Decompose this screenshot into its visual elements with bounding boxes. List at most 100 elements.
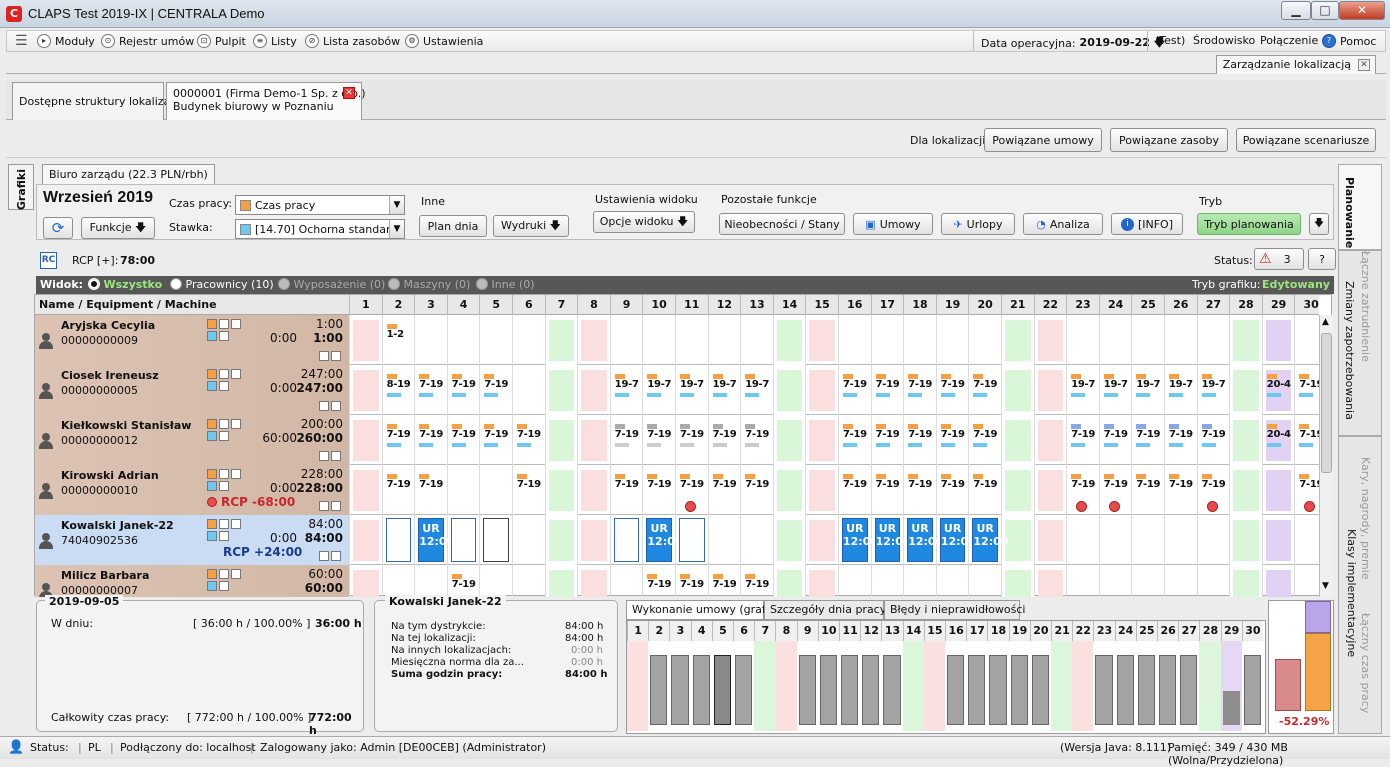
shift-block[interactable]: 7-19 — [419, 374, 443, 397]
vacation-block[interactable]: UR 12:00 — [418, 518, 454, 562]
tab-planowanie[interactable]: Planowanie — [1338, 164, 1382, 250]
day-cell[interactable]: 7-19 — [838, 415, 871, 465]
shift-block[interactable]: 7-19 — [908, 374, 932, 397]
shift-block[interactable]: 19-7 — [614, 374, 639, 397]
wydruki-button[interactable]: Wydruki 🡇 — [493, 215, 569, 237]
tab-szczegoly-dnia[interactable]: Szczegóły dnia pracy — [764, 600, 886, 620]
shift-block[interactable]: 7-19 — [940, 424, 965, 447]
menu-srodowisko[interactable]: Środowisko — [1193, 34, 1255, 47]
scrollbar-thumb[interactable] — [1321, 333, 1332, 473]
day-cell[interactable]: 7-19 — [1294, 365, 1319, 415]
shift-block[interactable]: 7-19 — [680, 574, 704, 593]
day-cell[interactable]: 7-19 — [838, 365, 871, 415]
day-cell[interactable] — [935, 315, 969, 365]
day-cell[interactable] — [349, 415, 382, 465]
day-cell[interactable]: 7-19 — [838, 465, 871, 515]
day-cell[interactable] — [1098, 315, 1132, 365]
day-cell[interactable] — [349, 565, 382, 597]
day-cell[interactable] — [1229, 365, 1262, 415]
shift-block[interactable]: 1-2 — [386, 324, 404, 343]
day-cell[interactable] — [512, 365, 545, 415]
menu-pomoc[interactable]: ? Pomoc — [1322, 34, 1376, 48]
day-cell[interactable] — [414, 565, 447, 597]
day-cell[interactable]: 7-19 — [968, 465, 1001, 515]
maximize-button[interactable]: □ — [1311, 1, 1339, 20]
day-cell[interactable]: UR 12:00 — [414, 515, 454, 565]
day-cell[interactable] — [1229, 515, 1262, 565]
shift-block[interactable]: 7-19 — [451, 574, 476, 593]
day-cell[interactable]: 7-19 — [903, 365, 936, 415]
day-cell[interactable] — [1033, 315, 1067, 365]
warnings-button[interactable]: ⚠ 3 — [1254, 248, 1304, 270]
shift-block[interactable]: 7-19 — [1299, 474, 1319, 493]
day-cell[interactable] — [1229, 565, 1262, 597]
day-cell[interactable]: 19-7 — [1098, 365, 1132, 415]
day-cell[interactable] — [772, 415, 806, 465]
day-cell[interactable] — [544, 415, 578, 465]
day-cell[interactable] — [1033, 515, 1067, 565]
day-cell[interactable]: 7-19 — [446, 565, 480, 597]
day-cell[interactable]: 7-19 — [1294, 465, 1319, 515]
day-cell[interactable] — [577, 515, 610, 565]
day-cell[interactable]: 7-19 — [968, 365, 1001, 415]
day-cell[interactable]: 19-7 — [707, 365, 741, 415]
shift-block[interactable]: 7-19 — [875, 374, 900, 397]
day-cell[interactable] — [935, 565, 969, 597]
shift-block[interactable]: 7-19 — [940, 374, 965, 397]
day-cell[interactable] — [707, 515, 741, 565]
scroll-up-icon[interactable]: ▲ — [1322, 317, 1329, 327]
shift-block[interactable]: 7-19 — [973, 374, 998, 397]
day-cell[interactable] — [1164, 515, 1197, 565]
shift-block[interactable]: 7-19 — [647, 474, 672, 493]
day-cell[interactable] — [1294, 565, 1319, 597]
day-cell[interactable] — [577, 415, 610, 465]
shift-block[interactable]: 19-7 — [1103, 374, 1128, 397]
shift-block[interactable]: 7-19 — [1103, 424, 1128, 447]
shift-block[interactable]: 7-19 — [451, 424, 476, 447]
day-cell[interactable] — [512, 315, 545, 365]
day-cell[interactable]: 7-19 — [1066, 415, 1099, 465]
day-cell[interactable] — [479, 565, 512, 597]
funkcje-button[interactable]: Funkcje 🡇 — [81, 217, 155, 239]
shift-block[interactable]: 7-19 — [843, 474, 867, 493]
day-cell[interactable] — [1196, 515, 1230, 565]
shift-block[interactable]: 7-19 — [647, 574, 672, 593]
day-cell[interactable]: 7-19 — [675, 415, 708, 465]
day-cell[interactable] — [381, 515, 415, 565]
day-cell[interactable] — [609, 515, 643, 565]
day-cell[interactable]: 7-19 — [870, 365, 904, 415]
day-cell[interactable]: 7-19 — [903, 465, 936, 515]
day-cell[interactable]: 7-19 — [512, 415, 545, 465]
day-cell[interactable]: 19-7 — [740, 365, 773, 415]
day-cell[interactable] — [675, 315, 708, 365]
day-cell[interactable]: 7-19 — [381, 415, 415, 465]
day-cell[interactable]: 19-7 — [1196, 365, 1230, 415]
day-cell[interactable]: 7-19 — [479, 415, 512, 465]
day-cell[interactable]: 7-19 — [1098, 415, 1132, 465]
day-cell[interactable] — [609, 315, 643, 365]
day-cell[interactable]: 7-19 — [381, 465, 415, 515]
shift-block[interactable]: 19-7 — [712, 374, 737, 397]
menu-ustawienia[interactable]: ⚙ Ustawienia — [405, 34, 483, 48]
day-cell[interactable]: 7-19 — [642, 565, 675, 597]
day-cell[interactable]: 7-19 — [1098, 465, 1132, 515]
tab-wykonanie-umowy[interactable]: Wykonanie umowy (graf) — [626, 600, 770, 620]
menu-lista-zasobow[interactable]: ⊘ Lista zasobów — [305, 34, 400, 48]
tab-grafiki[interactable]: Grafiki — [8, 164, 34, 210]
day-cell[interactable] — [446, 465, 480, 515]
employee-info[interactable]: Kiełkowski Stanisław 00000000012 200:00 260… — [35, 415, 349, 465]
day-cell[interactable] — [577, 565, 610, 597]
tab-budynek-biurowy[interactable]: 0000001 (Firma Demo-1 Sp. z o.o.) Budyne… — [166, 82, 366, 120]
day-cell[interactable] — [577, 465, 610, 515]
shift-block[interactable]: 7-19 — [1136, 474, 1161, 493]
tab-biuro-zarzadu[interactable]: Biuro zarządu (22.3 PLN/rbh) — [42, 164, 215, 184]
day-cell[interactable]: 7-19 — [1164, 415, 1197, 465]
day-cell[interactable]: 7-19 — [609, 415, 643, 465]
day-cell[interactable] — [805, 515, 838, 565]
shift-block[interactable]: 19-7 — [1071, 374, 1095, 397]
day-cell[interactable] — [349, 315, 382, 365]
day-cell[interactable] — [1261, 465, 1295, 515]
shift-block[interactable]: 7-19 — [419, 424, 443, 447]
day-cell[interactable]: 19-7 — [642, 365, 675, 415]
rc-icon[interactable]: RC — [40, 252, 57, 269]
